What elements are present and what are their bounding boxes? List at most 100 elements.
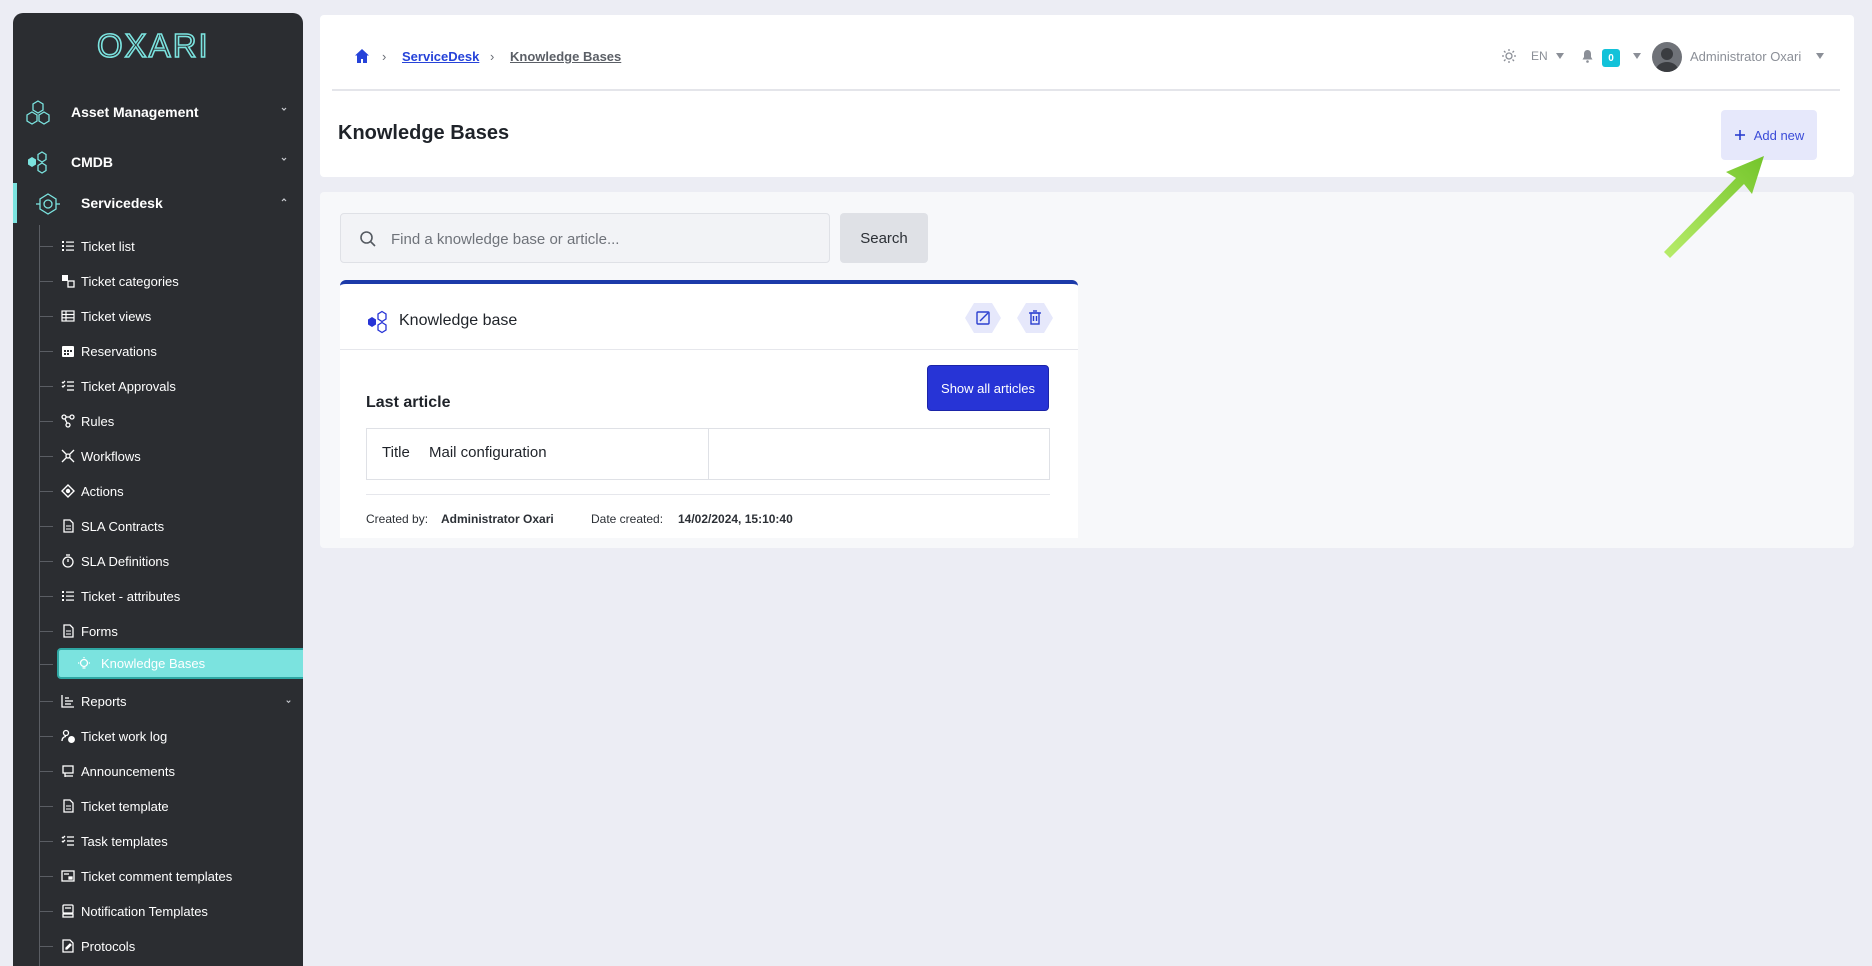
sidebar-item-label: SLA Contracts — [81, 519, 165, 534]
sidebar-item-reservations[interactable]: Reservations — [39, 335, 303, 370]
sidebar-item-ticket-attributes[interactable]: Ticket - attributes — [39, 580, 303, 615]
caret-down-icon[interactable] — [1815, 52, 1825, 60]
sidebar-item-label: Protocols — [81, 939, 136, 954]
categories-icon — [62, 275, 75, 288]
sidebar-item-rules[interactable]: Rules — [39, 405, 303, 440]
actions-icon — [61, 484, 75, 498]
sidebar-item-sla-definitions[interactable]: SLA Definitions — [39, 545, 303, 580]
nav-cmdb[interactable]: CMDB — [13, 140, 303, 184]
sidebar-item-label: Forms — [81, 624, 118, 639]
sidebar-item-ticket-list[interactable]: Ticket list — [39, 230, 303, 265]
sidebar-item-label: Task templates — [81, 834, 168, 849]
sidebar-item-label: Rules — [81, 414, 115, 429]
workflow-icon — [61, 449, 75, 463]
date-created-value: 14/02/2024, 15:10:40 — [678, 512, 793, 526]
last-article-table: Title Mail configuration — [366, 428, 1050, 480]
sidebar-item-reports[interactable]: Reports — [39, 685, 303, 720]
sidebar-item-label: Ticket categories — [81, 274, 179, 289]
sidebar-item-notification-templates[interactable]: Notification Templates — [39, 895, 303, 930]
list-icon — [62, 591, 74, 601]
nav-label: Asset Management — [71, 104, 199, 120]
sidebar-item-label: Notification Templates — [81, 904, 208, 919]
stopwatch-icon — [62, 554, 74, 568]
show-all-articles-button[interactable]: Show all articles — [927, 365, 1049, 411]
comment-template-icon — [61, 870, 75, 882]
sidebar-item-label: Ticket views — [81, 309, 152, 324]
sidebar-item-protocols[interactable]: Protocols — [39, 930, 303, 965]
notification-count-badge[interactable]: 0 — [1602, 49, 1620, 67]
knowledge-base-name[interactable]: Knowledge base — [399, 312, 517, 330]
sidebar-item-ticket-template[interactable]: Ticket template — [39, 790, 303, 825]
created-by-value: Administrator Oxari — [441, 512, 554, 526]
sidebar-item-label: Actions — [81, 484, 124, 499]
date-created-label: Date created: — [591, 512, 664, 526]
hexagon-cluster-icon — [28, 151, 47, 174]
bell-icon[interactable] — [1581, 49, 1594, 63]
sidebar-item-label: SLA Definitions — [81, 554, 170, 569]
sidebar-item-label: Ticket template — [81, 799, 169, 814]
sidebar-item-label: Ticket comment templates — [81, 869, 233, 884]
sidebar: OXARI Asset Management CMDB Servicedesk … — [13, 13, 303, 966]
caret-down-icon[interactable] — [1632, 52, 1642, 60]
sidebar-item-ticket-views[interactable]: Ticket views — [39, 300, 303, 335]
page-title: Knowledge Bases — [338, 122, 510, 144]
plus-icon — [1734, 130, 1745, 140]
search-box — [340, 213, 830, 263]
search-button[interactable]: Search — [840, 213, 928, 263]
nav-asset-management[interactable]: Asset Management — [13, 90, 303, 134]
annotation-arrow-icon — [1664, 156, 1764, 258]
hexagons-icon — [26, 100, 50, 125]
search-icon — [360, 231, 376, 247]
nav-servicedesk[interactable]: Servicedesk — [13, 181, 303, 225]
meta-divider — [366, 494, 1050, 495]
protocol-icon — [62, 939, 74, 953]
sidebar-item-knowledge-bases[interactable]: Knowledge Bases — [39, 648, 303, 683]
user-name[interactable]: Administrator Oxari — [1690, 49, 1801, 64]
sidebar-item-label: Ticket work log — [81, 729, 168, 744]
article-title-value[interactable]: Mail configuration — [429, 444, 547, 461]
sidebar-item-label: Workflows — [81, 449, 141, 464]
announcement-icon — [62, 765, 74, 777]
user-clock-icon — [61, 729, 75, 743]
last-article-heading: Last article — [366, 394, 451, 411]
search-input[interactable] — [389, 226, 813, 252]
sidebar-item-sla-contracts[interactable]: SLA Contracts — [39, 510, 303, 545]
document-icon — [63, 624, 74, 638]
document-icon — [63, 799, 74, 813]
oxari-logo[interactable]: OXARI — [97, 27, 229, 63]
sidebar-item-label: Ticket - attributes — [81, 589, 181, 604]
breadcrumb-knowledge-bases[interactable]: Knowledge Bases — [510, 49, 621, 64]
caret-down-icon[interactable] — [1555, 52, 1565, 60]
table-cell-divider — [708, 429, 709, 479]
sidebar-item-announcements[interactable]: Announcements — [39, 755, 303, 790]
home-icon[interactable] — [354, 48, 370, 64]
nav-label: Servicedesk — [81, 195, 163, 211]
document-icon — [63, 519, 74, 533]
breadcrumb-separator-icon: › — [490, 49, 495, 64]
sidebar-item-workflows[interactable]: Workflows — [39, 440, 303, 475]
sidebar-item-label: Knowledge Bases — [101, 656, 206, 671]
logo-text: OXARI — [97, 27, 210, 63]
created-by-label: Created by: — [366, 512, 429, 526]
user-avatar[interactable] — [1652, 42, 1682, 72]
checklist-icon — [61, 380, 74, 391]
delete-button[interactable] — [1016, 302, 1054, 334]
sidebar-item-ticket-approvals[interactable]: Ticket Approvals — [39, 370, 303, 405]
sun-icon[interactable] — [1502, 49, 1516, 63]
list-icon — [62, 241, 74, 251]
servicedesk-icon — [36, 193, 60, 215]
edit-button[interactable] — [964, 302, 1002, 334]
language-selector[interactable]: EN — [1531, 49, 1548, 63]
knowledge-base-card: Knowledge base Last article Show all art… — [340, 280, 1078, 538]
sidebar-item-ticket-comment-templates[interactable]: Ticket comment templates — [39, 860, 303, 895]
header-card: › ServiceDesk › Knowledge Bases EN 0 Adm… — [320, 15, 1854, 177]
rules-icon — [61, 414, 75, 428]
sidebar-item-actions[interactable]: Actions — [39, 475, 303, 510]
sidebar-item-task-templates[interactable]: Task templates — [39, 825, 303, 860]
chevron-down-icon — [281, 157, 287, 161]
sidebar-item-forms[interactable]: Forms — [39, 615, 303, 650]
sidebar-item-ticket-categories[interactable]: Ticket categories — [39, 265, 303, 300]
sidebar-item-label: Ticket Approvals — [81, 379, 176, 394]
sidebar-item-ticket-work-log[interactable]: Ticket work log — [39, 720, 303, 755]
breadcrumb-servicedesk[interactable]: ServiceDesk — [402, 49, 479, 64]
